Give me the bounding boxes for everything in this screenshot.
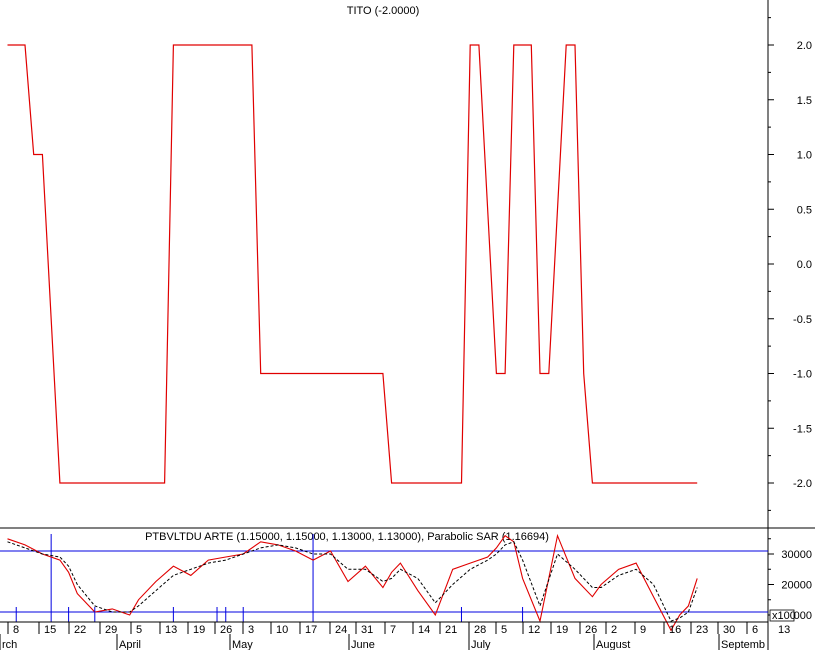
y-tick-label: 1.5 bbox=[797, 95, 812, 107]
y-tick-label: 2.0 bbox=[797, 40, 812, 52]
x-tick-label: 22 bbox=[74, 624, 86, 636]
y-tick-label: -0.5 bbox=[793, 314, 812, 326]
month-label: August bbox=[596, 639, 630, 650]
month-label: May bbox=[232, 639, 253, 650]
x-tick-label: 3 bbox=[248, 624, 254, 636]
x-tick-label: 30 bbox=[723, 624, 735, 636]
y-tick-label: 20000 bbox=[781, 580, 812, 592]
x-tick-label: 15 bbox=[44, 624, 56, 636]
x-tick-label: 24 bbox=[335, 624, 347, 636]
x-tick-label: 8 bbox=[13, 624, 19, 636]
x-tick-label: 9 bbox=[640, 624, 646, 636]
y-tick-label: 1.0 bbox=[797, 150, 812, 162]
x-tick-label: 5 bbox=[136, 624, 142, 636]
x-tick-label: 29 bbox=[105, 624, 117, 636]
y-tick-label: -2.0 bbox=[793, 478, 812, 490]
x-tick-label: 12 bbox=[528, 624, 540, 636]
x-tick-label: 10 bbox=[276, 624, 288, 636]
x-tick-label: 31 bbox=[361, 624, 373, 636]
y-tick-label: -1.0 bbox=[793, 369, 812, 381]
x-tick-label: 17 bbox=[305, 624, 317, 636]
x-tick-label: 16 bbox=[669, 624, 681, 636]
x-tick-label: 13 bbox=[778, 624, 790, 636]
y-tick-label: 0.0 bbox=[797, 259, 812, 271]
y-multiplier-label: x100 bbox=[772, 610, 796, 622]
month-label: April bbox=[119, 639, 141, 650]
x-tick-label: 13 bbox=[165, 624, 177, 636]
x-tick-label: 28 bbox=[474, 624, 486, 636]
top-series-line bbox=[7, 44, 698, 484]
month-label: July bbox=[471, 639, 491, 650]
month-label: June bbox=[351, 639, 375, 650]
y-tick-label: 30000 bbox=[781, 549, 812, 561]
price-series-line bbox=[7, 533, 698, 632]
x-tick-label: 19 bbox=[556, 624, 568, 636]
month-label: Septemb bbox=[721, 639, 765, 650]
chart-canvas: TITO (-2.0000) 2.0 1.5 1.0 0.5 0.0 -0.5 -1.0 -1… bbox=[0, 0, 815, 650]
x-tick-label: 14 bbox=[418, 624, 430, 636]
x-tick-label: 7 bbox=[390, 624, 396, 636]
y-tick-label: -1.5 bbox=[793, 423, 812, 435]
x-tick-label: 23 bbox=[696, 624, 708, 636]
x-tick-label: 26 bbox=[585, 624, 597, 636]
x-tick-label: 5 bbox=[501, 624, 507, 636]
x-tick-label: 2 bbox=[611, 624, 617, 636]
x-tick-label: 21 bbox=[445, 624, 457, 636]
top-chart-title: TITO (-2.0000) bbox=[347, 5, 420, 17]
x-tick-label: 19 bbox=[193, 624, 205, 636]
x-tick-label: 6 bbox=[752, 624, 758, 636]
month-label: rch bbox=[2, 639, 17, 650]
bottom-chart-title: PTBVLTDU ARTE (1.15000, 1.15000, 1.13000… bbox=[145, 531, 549, 543]
y-tick-label: 0.5 bbox=[797, 204, 812, 216]
